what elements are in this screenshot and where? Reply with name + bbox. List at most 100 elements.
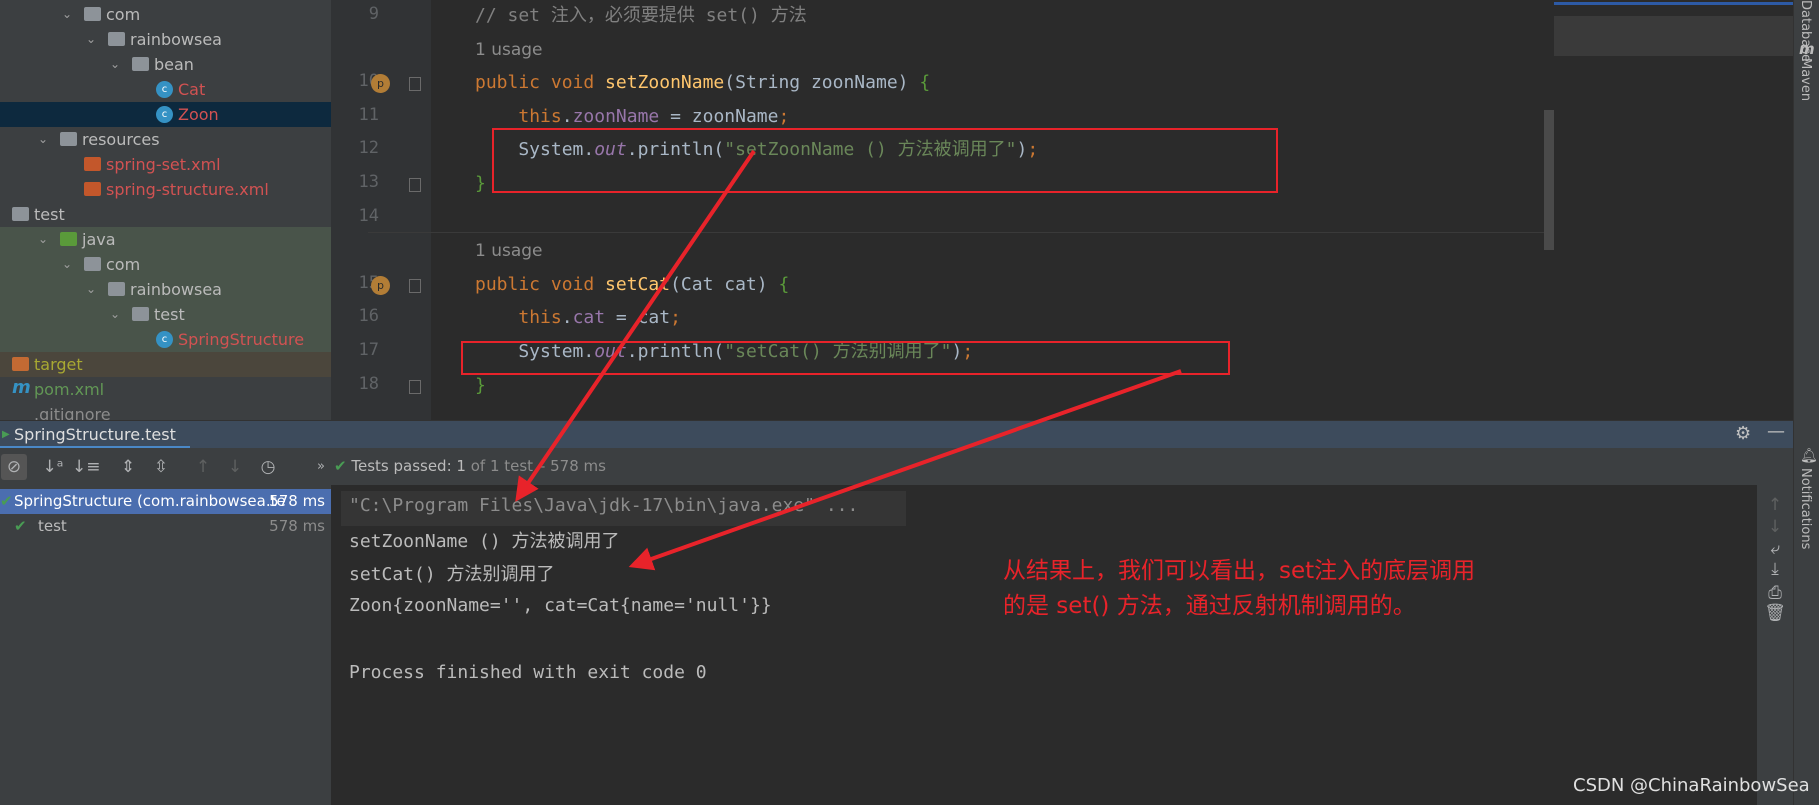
tree-item[interactable]: ⌄ rainbowsea <box>0 27 331 52</box>
line-number: 17 <box>358 340 379 360</box>
up-icon[interactable]: ↑ <box>1762 495 1788 515</box>
check-icon: ✔ <box>334 457 347 475</box>
bell-icon: 🔔︎ <box>1800 448 1818 464</box>
test-status: ✔ Tests passed: 1 of 1 test – 578 ms <box>334 457 606 475</box>
test-label: test <box>38 517 67 535</box>
fold-icon[interactable] <box>409 77 421 92</box>
highlight-box <box>492 128 1278 193</box>
console-line: setZoonName () 方法被调用了 <box>349 531 620 552</box>
xml-icon <box>84 157 101 171</box>
folder-icon <box>12 357 29 371</box>
sort-alpha-icon[interactable]: ↓ᵃ <box>40 454 66 480</box>
chevron-down-icon[interactable]: ⌄ <box>62 252 72 277</box>
folder-icon <box>108 282 125 296</box>
tree-item[interactable]: c SpringStructure <box>0 327 331 352</box>
tree-item-label: SpringStructure <box>178 330 305 349</box>
maven-icon: m <box>12 377 31 398</box>
annotation-line-1: 从结果上，我们可以看出，set注入的底层调用 <box>1003 558 1476 584</box>
line-number: 13 <box>358 172 379 192</box>
code-editor[interactable]: 9 10 p 11 12 13 14 15 p 16 17 18 // set 注入，必须要提供 se… <box>331 0 1554 420</box>
chevron-down-icon[interactable]: ⌄ <box>38 227 48 252</box>
fold-icon[interactable] <box>409 379 421 394</box>
file-icon <box>12 407 29 420</box>
tree-item-label: com <box>106 255 141 274</box>
expand-all-icon[interactable]: ⇕ <box>115 454 141 480</box>
stop-icon[interactable]: ⊘ <box>1 454 27 480</box>
tree-item-label: spring-structure.xml <box>106 180 269 199</box>
tree-item-label: rainbowsea <box>130 30 222 49</box>
folder-icon <box>132 57 149 71</box>
tab-run[interactable]: ▶ SpringStructure.test × <box>0 421 190 472</box>
tree-item[interactable]: ⌄ bean <box>0 52 331 77</box>
tree-item[interactable]: c Cat <box>0 77 331 102</box>
tree-item[interactable]: ⌄ com <box>0 252 331 277</box>
tree-item-label: Zoon <box>178 105 219 124</box>
run-toolbar: ⊘ ↓ᵃ ↓≡ ⇕ ⇳ ↑ ↓ ◷ » ✔ Tests passed: 1 of… <box>0 448 1793 485</box>
chevron-down-icon[interactable]: ⌄ <box>86 27 96 52</box>
folder-icon <box>108 32 125 46</box>
annotation-line-2: 的是 set() 方法，通过反射机制调用的。 <box>1003 593 1416 619</box>
xml-icon <box>84 182 101 196</box>
console-line: Zoon{zoonName='', cat=Cat{name='null'}} <box>349 595 772 616</box>
sort-duration-icon[interactable]: ↓≡ <box>72 454 101 480</box>
chevron-down-icon[interactable]: ⌄ <box>38 127 48 152</box>
trash-icon[interactable]: 🗑︎ <box>1762 603 1788 623</box>
code-minimap[interactable] <box>1554 0 1793 420</box>
collapse-all-icon[interactable]: ⇳ <box>148 454 174 480</box>
line-number: 18 <box>358 373 379 394</box>
scroll-to-end-icon[interactable]: ⤓ <box>1762 559 1788 579</box>
check-icon: ✔ <box>0 492 13 510</box>
class-icon: c <box>156 106 173 123</box>
tree-item[interactable]: ⌄test <box>0 202 331 227</box>
tree-item[interactable]: ⌄ resources <box>0 127 331 152</box>
console-output[interactable]: "C:\Program Files\Java\jdk-17\bin\java.e… <box>331 485 1757 805</box>
tree-item[interactable]: target <box>0 352 331 377</box>
spring-property-icon[interactable]: p <box>371 275 390 295</box>
folder-icon <box>12 207 29 221</box>
tree-item[interactable]: ⌄ rainbowsea <box>0 277 331 302</box>
watermark: CSDN @ChinaRainbowSea <box>1573 775 1810 796</box>
gear-icon[interactable]: ⚙ <box>1735 423 1751 444</box>
code-line: this.cat = cat; <box>518 307 681 329</box>
tree-item[interactable]: c Zoon <box>0 102 331 127</box>
chevron-down-icon[interactable]: ⌄ <box>110 302 120 327</box>
console-line: Process finished with exit code 0 <box>349 662 707 683</box>
tree-item[interactable]: .gitignore <box>0 402 331 420</box>
history-icon[interactable]: ◷ <box>255 454 281 480</box>
up-icon[interactable]: ↑ <box>190 454 216 480</box>
chevron-down-icon[interactable]: ⌄ <box>62 2 72 27</box>
editor-scrollbar[interactable] <box>1544 110 1554 250</box>
test-item[interactable]: ✔ test 578 ms <box>0 514 331 539</box>
line-number: 11 <box>358 104 379 125</box>
tree-item[interactable]: spring-structure.xml <box>0 177 331 202</box>
code-line: // set 注入，必须要提供 set() 方法 <box>475 5 807 26</box>
folder-icon <box>84 257 101 271</box>
minimize-icon[interactable]: — <box>1767 421 1785 442</box>
project-tree: ⌄ com ⌄ rainbowsea ⌄ bean c Cat c Zoon ⌄ resources s… <box>0 0 331 420</box>
fold-icon[interactable] <box>409 178 421 192</box>
spring-property-icon[interactable]: p <box>371 74 390 94</box>
tree-item[interactable]: spring-set.xml <box>0 152 331 177</box>
run-tool-window-header: ▶ SpringStructure.test × ⚙ — <box>0 420 1793 472</box>
down-icon[interactable]: ↓ <box>222 454 248 480</box>
tree-item-label: test <box>34 205 65 224</box>
maven-tab[interactable]: Maven <box>1798 58 1813 101</box>
tree-item[interactable]: ⌄ com <box>0 2 331 27</box>
soft-wrap-icon[interactable]: ⤶ <box>1762 539 1788 559</box>
chevron-down-icon[interactable]: ⌄ <box>86 277 96 302</box>
class-icon: c <box>156 81 173 98</box>
notifications-tab[interactable]: Notifications <box>1798 468 1813 549</box>
print-icon[interactable]: ⎙ <box>1762 583 1788 603</box>
chevron-down-icon[interactable]: ⌄ <box>110 52 120 77</box>
tree-item-label: test <box>154 305 185 324</box>
down-icon[interactable]: ↓ <box>1762 517 1788 537</box>
folder-icon <box>60 232 77 246</box>
more-icon[interactable]: » <box>308 454 334 480</box>
tree-item[interactable]: ⌄ test <box>0 302 331 327</box>
tree-item[interactable]: ⌄ java <box>0 227 331 252</box>
fold-icon[interactable] <box>409 278 421 293</box>
test-item[interactable]: ✔ SpringStructure (com.rainbowsea.te 578 m… <box>0 489 331 514</box>
folder-icon <box>84 7 101 21</box>
method-separator <box>368 232 1554 233</box>
tree-item[interactable]: m pom.xml <box>0 377 331 402</box>
